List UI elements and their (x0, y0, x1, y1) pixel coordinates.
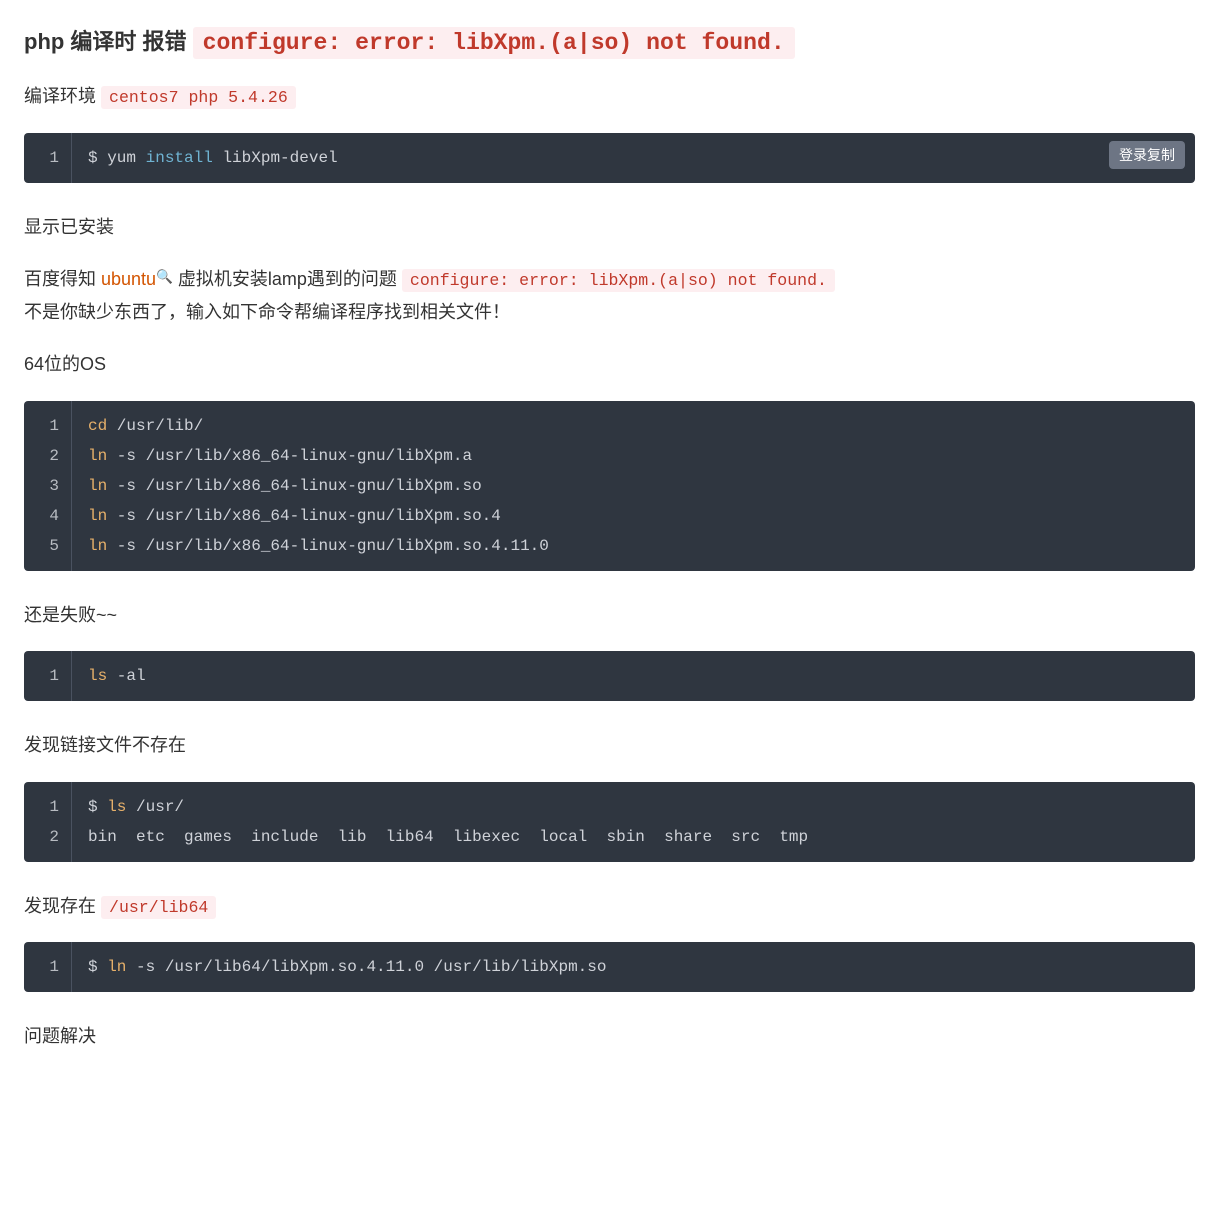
keyword-install: install (136, 149, 222, 167)
prompt: $ (88, 149, 107, 167)
path: -s /usr/lib/x86_64-linux-gnu/libXpm.so.4… (107, 537, 549, 555)
cmd: ls (88, 667, 107, 685)
cmd: cd (88, 417, 107, 435)
line-number: 2 (36, 822, 59, 852)
line-gutter: 1 2 (24, 782, 72, 862)
line-gutter: 1 (24, 133, 72, 183)
line-number: 1 (36, 411, 59, 441)
cmd: ln (88, 477, 107, 495)
code-content[interactable]: ls -al (72, 651, 1195, 701)
line-number: 1 (36, 143, 59, 173)
path: -s /usr/lib/x86_64-linux-gnu/libXpm.so (107, 477, 481, 495)
cmd: ln (88, 507, 107, 525)
fail-paragraph: 还是失败~~ (24, 599, 1195, 631)
line-number: 5 (36, 531, 59, 561)
title-prefix: php 编译时 报错 (24, 29, 193, 54)
line-number: 4 (36, 501, 59, 531)
code-content[interactable]: cd /usr/lib/ ln -s /usr/lib/x86_64-linux… (72, 401, 1195, 571)
line-number: 2 (36, 441, 59, 471)
baidu-mid: 虚拟机安装lamp遇到的问题 (173, 269, 402, 289)
ubuntu-link[interactable]: ubuntu🔍 (101, 269, 173, 289)
line-number: 1 (36, 661, 59, 691)
baidu-line2: 不是你缺少东西了，输入如下命令帮编译程序找到相关文件！ (24, 302, 510, 322)
line-number: 1 (36, 792, 59, 822)
line-number: 1 (36, 952, 59, 982)
opt: -al (107, 667, 145, 685)
path: -s /usr/lib/x86_64-linux-gnu/libXpm.a (107, 447, 472, 465)
installed-paragraph: 显示已安装 (24, 211, 1195, 243)
prompt: $ (88, 798, 107, 816)
env-label: 编译环境 (24, 86, 101, 106)
arg: libXpm-devel (222, 149, 337, 167)
line-gutter: 1 (24, 651, 72, 701)
code-content[interactable]: $ yum install libXpm-devel (72, 133, 1195, 183)
env-value-code: centos7 php 5.4.26 (101, 86, 296, 109)
notexist-paragraph: 发现链接文件不存在 (24, 729, 1195, 761)
copy-button[interactable]: 登录复制 (1109, 141, 1185, 169)
found-path-code: /usr/lib64 (101, 896, 216, 919)
cmd: ln (107, 958, 126, 976)
line-number: 3 (36, 471, 59, 501)
cmd: ln (88, 447, 107, 465)
solved-paragraph: 问题解决 (24, 1020, 1195, 1052)
found-paragraph: 发现存在 /usr/lib64 (24, 890, 1195, 923)
found-prefix: 发现存在 (24, 896, 101, 916)
code-content[interactable]: $ ls /usr/ bin etc games include lib lib… (72, 782, 1195, 862)
path: /usr/ (126, 798, 184, 816)
code-block-ln-final: 1 $ ln -s /usr/lib64/libXpm.so.4.11.0 /u… (24, 942, 1195, 992)
search-icon: 🔍 (156, 269, 173, 284)
os64-paragraph: 64位的OS (24, 348, 1195, 380)
page-title: php 编译时 报错 configure: error: libXpm.(a|s… (24, 24, 1195, 62)
baidu-prefix: 百度得知 (24, 269, 101, 289)
baidu-error-code: configure: error: libXpm.(a|so) not foun… (402, 269, 835, 292)
title-error-code: configure: error: libXpm.(a|so) not foun… (193, 27, 795, 59)
prompt: $ (88, 958, 107, 976)
line-gutter: 1 2 3 4 5 (24, 401, 72, 571)
ubuntu-link-text: ubuntu (101, 269, 156, 289)
baidu-paragraph: 百度得知 ubuntu🔍 虚拟机安装lamp遇到的问题 configure: e… (24, 263, 1195, 328)
cmd: ln (88, 537, 107, 555)
output: bin etc games include lib lib64 libexec … (88, 828, 808, 846)
path: -s /usr/lib/x86_64-linux-gnu/libXpm.so.4 (107, 507, 501, 525)
code-block-ls-usr: 1 2 $ ls /usr/ bin etc games include lib… (24, 782, 1195, 862)
line-gutter: 1 (24, 942, 72, 992)
cmd: ls (107, 798, 126, 816)
cmd-yum: yum (107, 149, 136, 167)
code-block-yum: 登录复制 1 $ yum install libXpm-devel (24, 133, 1195, 183)
path: /usr/lib/ (107, 417, 203, 435)
code-block-ls-al: 1 ls -al (24, 651, 1195, 701)
env-paragraph: 编译环境 centos7 php 5.4.26 (24, 80, 1195, 113)
code-content[interactable]: $ ln -s /usr/lib64/libXpm.so.4.11.0 /usr… (72, 942, 1195, 992)
path: -s /usr/lib64/libXpm.so.4.11.0 /usr/lib/… (126, 958, 606, 976)
code-block-ln: 1 2 3 4 5 cd /usr/lib/ ln -s /usr/lib/x8… (24, 401, 1195, 571)
